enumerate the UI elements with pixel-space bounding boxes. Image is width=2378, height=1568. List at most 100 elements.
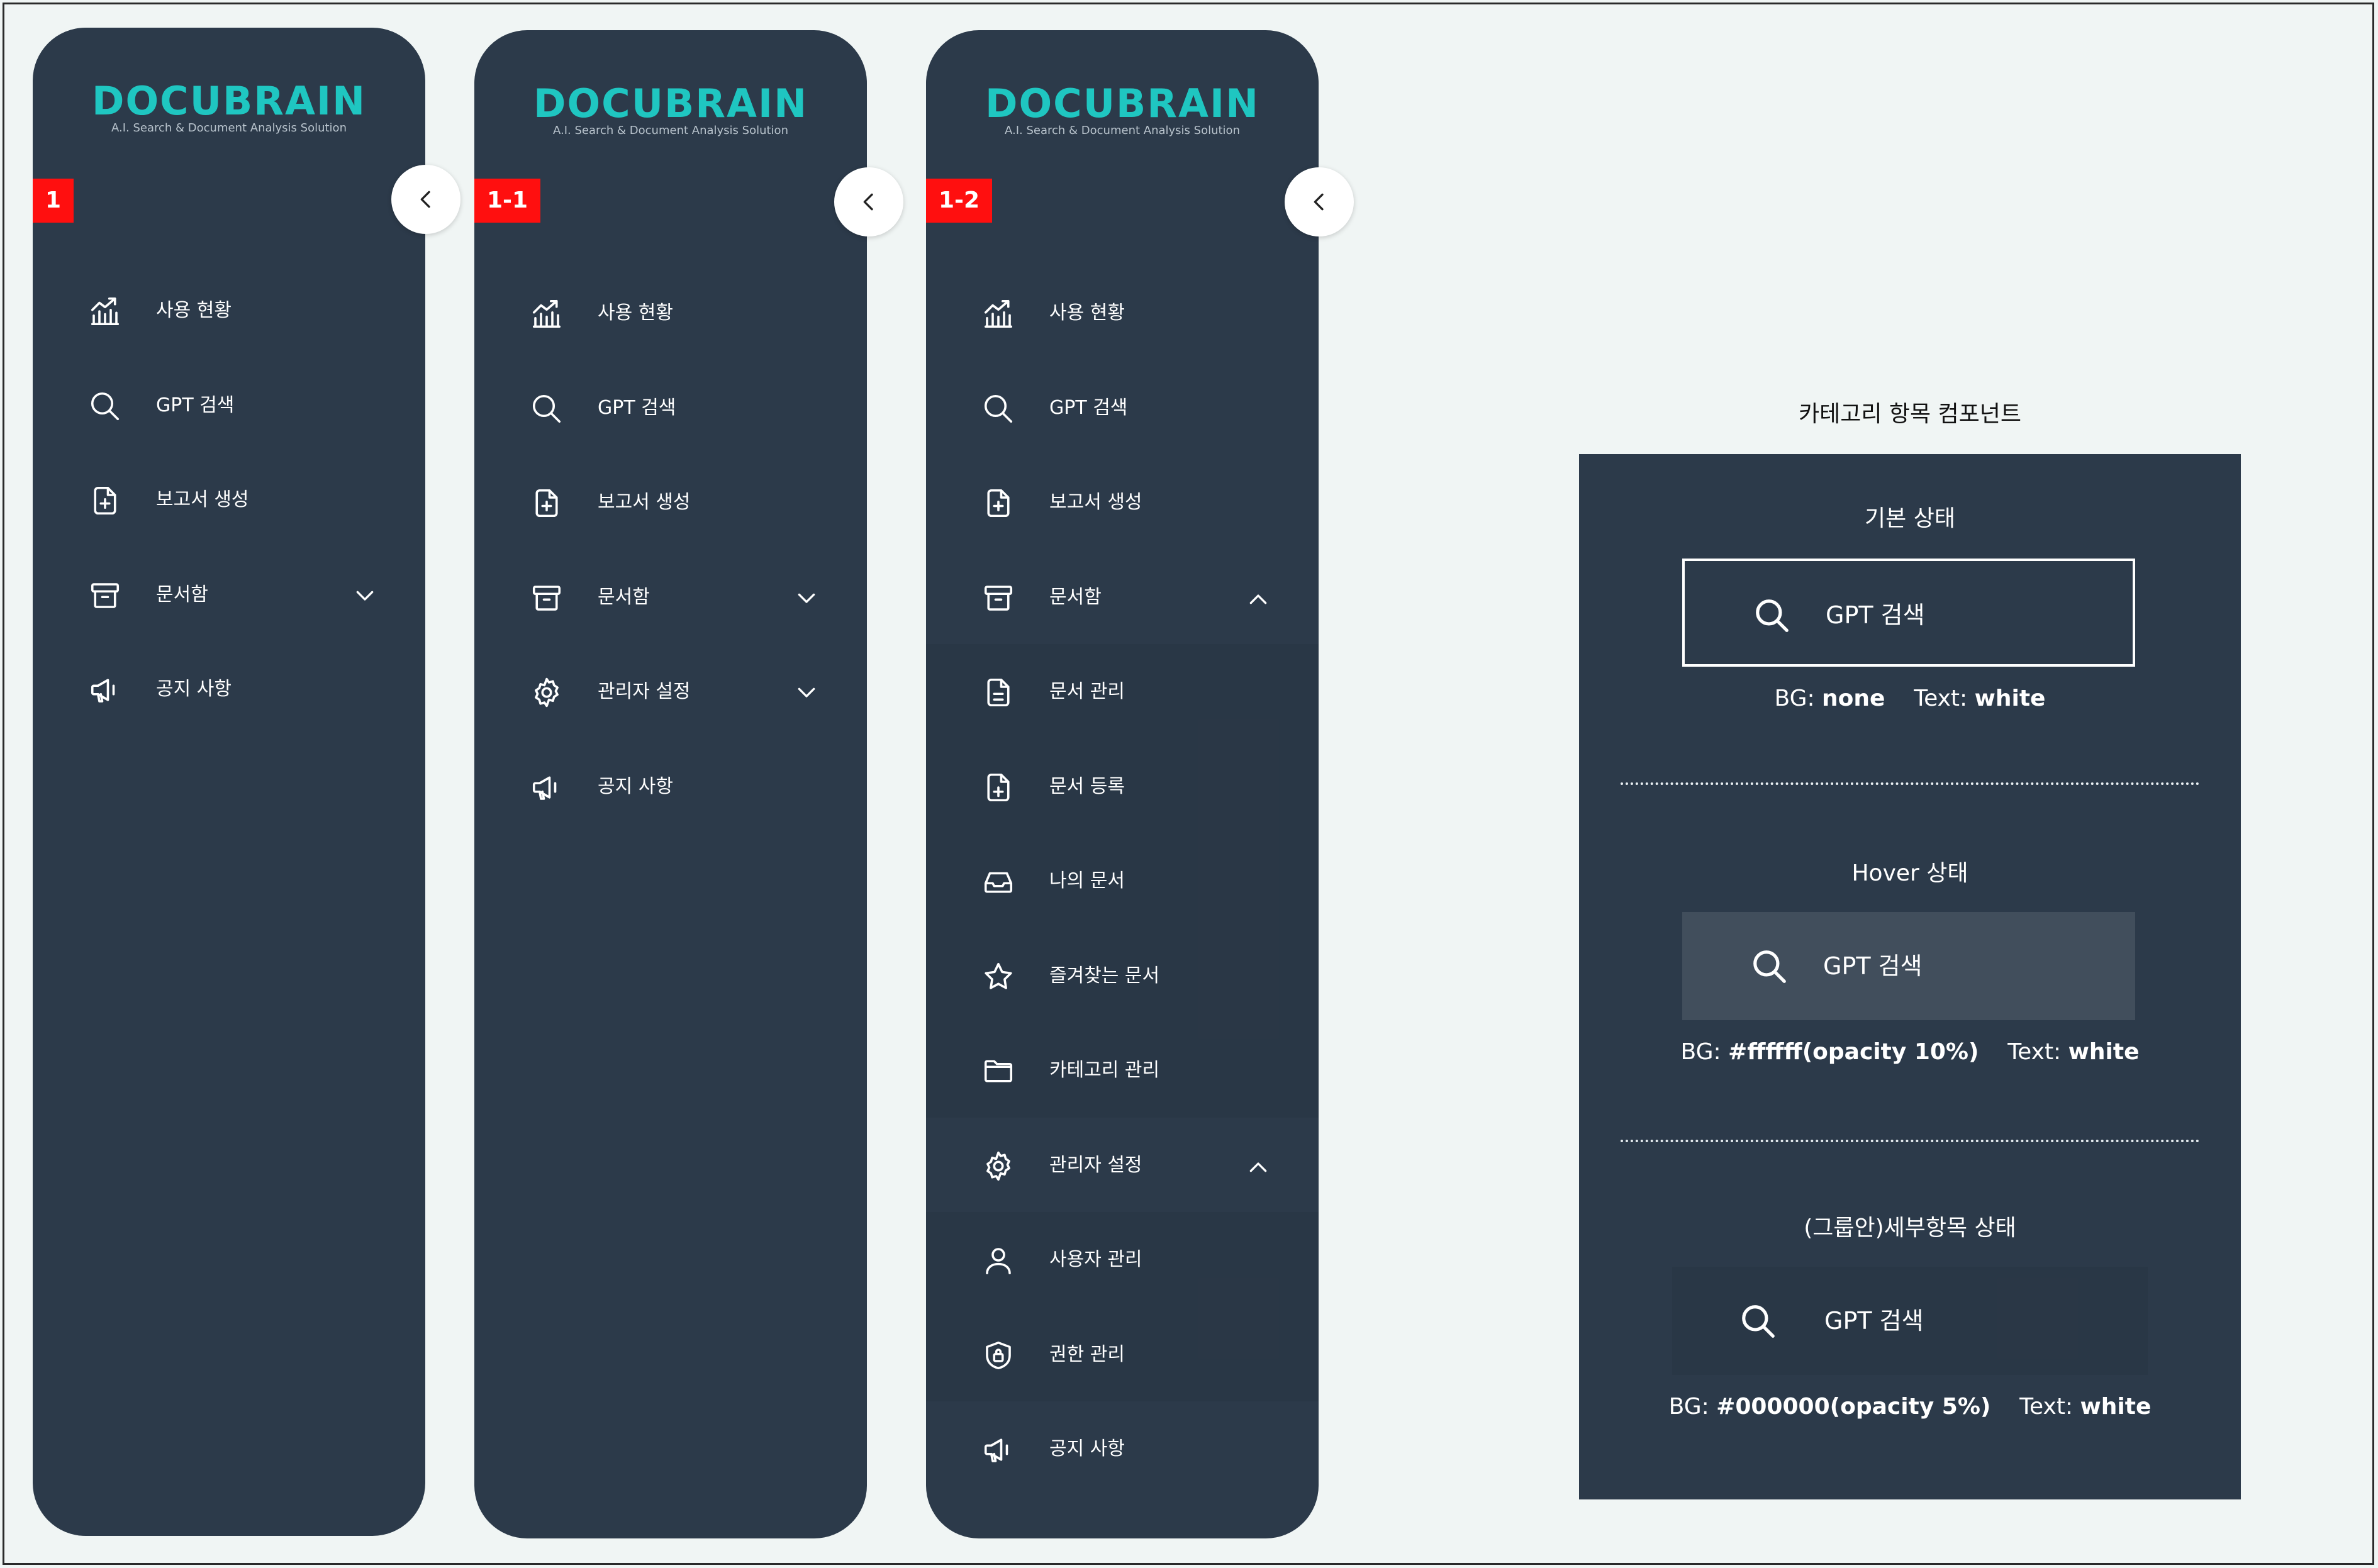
sidebar-item[interactable]: 공지 사항 <box>33 642 425 736</box>
chevron-down-icon[interactable] <box>794 681 819 706</box>
collapse-sidebar-button[interactable] <box>834 167 903 236</box>
gear-icon <box>981 1149 1015 1183</box>
brand-logo: DOCUBRAIN <box>985 81 1259 126</box>
sidebar-item-label: 사용 현황 <box>1049 302 1125 324</box>
sidebar-item[interactable]: 공지 사항 <box>474 739 867 833</box>
sidebar-item-label: 문서함 <box>598 586 650 608</box>
component-spec-box: 기본 상태 GPT 검색 BG: none Text: white Hover … <box>1579 454 2241 1499</box>
sidebar-item-label: 관리자 설정 <box>598 681 691 703</box>
sidebar-item[interactable]: 보고서 생성 <box>33 452 425 547</box>
sidebar-item-label: 문서함 <box>156 583 208 606</box>
file-plus-icon <box>981 770 1015 804</box>
sidebar-item-label: GPT 검색 <box>1049 396 1128 419</box>
sidebar-item-label: 문서 등록 <box>1049 775 1125 798</box>
sidebar-item[interactable]: 관리자 설정 <box>926 1118 1319 1212</box>
chevron-down-icon[interactable] <box>794 586 819 611</box>
divider <box>1621 782 2199 785</box>
chevron-up-icon[interactable] <box>1246 586 1271 611</box>
divider <box>1621 1140 2199 1142</box>
sidebar-item[interactable]: 문서함 <box>474 550 867 644</box>
submenu-item[interactable]: 나의 문서 <box>926 833 1319 928</box>
screen-badge: 1-2 <box>926 179 993 223</box>
sidebar-item[interactable]: 사용 현황 <box>474 265 867 360</box>
submenu-item[interactable]: 사용자 관리 <box>926 1212 1319 1306</box>
caption-default: BG: none Text: white <box>1774 686 2046 711</box>
collapse-sidebar-button[interactable] <box>1285 167 1354 236</box>
demo-item-label: GPT 검색 <box>1823 952 1923 980</box>
sidebar-item-label: 공지 사항 <box>156 678 232 700</box>
file-sparkle-icon <box>530 486 564 520</box>
state-title-hover: Hover 상태 <box>1851 860 1968 886</box>
search-icon <box>530 392 564 426</box>
file-sparkle-icon <box>981 486 1015 520</box>
demo-item-default[interactable]: GPT 검색 <box>1682 559 2135 667</box>
sidebar-item-label: 사용자 관리 <box>1049 1248 1142 1271</box>
brand-tagline: A.I. Search & Document Analysis Solution <box>553 124 788 137</box>
sidebar-item[interactable]: 공지 사항 <box>926 1401 1319 1496</box>
chevron-down-icon[interactable] <box>352 584 377 609</box>
sidebar-item-label: 공지 사항 <box>598 775 673 798</box>
sidebar-item-label: 권한 관리 <box>1049 1343 1125 1365</box>
sidebar-panel-2: DOCUBRAIN A.I. Search & Document Analysis… <box>474 30 867 1538</box>
search-icon <box>88 389 122 423</box>
inbox-icon <box>981 865 1015 899</box>
sidebar-item-label: 보고서 생성 <box>598 491 691 513</box>
sidebar-panel-3: DOCUBRAIN A.I. Search & Document Analysis… <box>926 30 1319 1538</box>
sidebar-item[interactable]: 문서함 <box>33 547 425 642</box>
chevron-left-icon <box>420 191 430 208</box>
sidebar-item[interactable]: 문서함 <box>926 550 1319 644</box>
sidebar-item-label: 즐겨찾는 문서 <box>1049 964 1160 987</box>
chart-icon <box>530 297 564 331</box>
demo-item-hover[interactable]: GPT 검색 <box>1682 912 2135 1020</box>
submenu-item[interactable]: 문서 관리 <box>926 644 1319 738</box>
sidebar-item[interactable]: 보고서 생성 <box>926 455 1319 549</box>
search-icon <box>1753 596 1792 635</box>
sidebar-item-label: 문서함 <box>1049 586 1102 608</box>
folder-icon <box>981 1054 1015 1088</box>
collapse-sidebar-button[interactable] <box>391 165 461 234</box>
archive-icon <box>981 581 1015 615</box>
spec-title: 카테고리 항목 컴포넌트 <box>1798 401 2022 427</box>
chart-icon <box>88 294 122 328</box>
sidebar-item[interactable]: 사용 현황 <box>33 263 425 357</box>
sidebar-item[interactable]: 관리자 설정 <box>474 644 867 738</box>
demo-item-subitem[interactable]: GPT 검색 <box>1672 1267 2148 1375</box>
brand-logo: DOCUBRAIN <box>92 78 366 124</box>
gear-icon <box>530 676 564 709</box>
megaphone-icon <box>530 770 564 804</box>
sidebar-item-label: 보고서 생성 <box>1049 491 1142 513</box>
screen-badge: 1-1 <box>474 179 541 223</box>
sidebar-item[interactable]: GPT 검색 <box>33 358 425 452</box>
sidebar-item-label: 공지 사항 <box>1049 1438 1125 1460</box>
sidebar-item-label: 사용 현황 <box>598 302 673 324</box>
sidebar-item-label: GPT 검색 <box>598 396 676 419</box>
sidebar-item-label: 문서 관리 <box>1049 681 1125 703</box>
caption-subitem: BG: #000000(opacity 5%) Text: white <box>1668 1394 2152 1420</box>
sidebar-item[interactable]: GPT 검색 <box>926 360 1319 455</box>
demo-item-label: GPT 검색 <box>1826 601 1925 629</box>
brand-tagline: A.I. Search & Document Analysis Solution <box>1005 124 1240 137</box>
sidebar-item-label: 사용 현황 <box>156 299 232 321</box>
user-icon <box>981 1243 1015 1277</box>
sidebar-item[interactable]: 사용 현황 <box>926 265 1319 360</box>
star-icon <box>981 960 1015 994</box>
sidebar-item-label: 카테고리 관리 <box>1049 1059 1160 1081</box>
brand-logo: DOCUBRAIN <box>533 81 808 126</box>
file-sparkle-icon <box>88 484 122 518</box>
sidebar-item-label: 관리자 설정 <box>1049 1154 1142 1176</box>
chevron-up-icon[interactable] <box>1246 1154 1271 1179</box>
demo-item-label: GPT 검색 <box>1824 1307 1924 1335</box>
submenu-item[interactable]: 권한 관리 <box>926 1307 1319 1401</box>
submenu-item[interactable]: 카테고리 관리 <box>926 1023 1319 1117</box>
chart-icon <box>981 297 1015 331</box>
megaphone-icon <box>88 673 122 707</box>
search-icon <box>981 392 1015 426</box>
sidebar-item[interactable]: 보고서 생성 <box>474 455 867 549</box>
submenu-item[interactable]: 즐겨찾는 문서 <box>926 928 1319 1023</box>
screen-badge: 1 <box>33 179 74 223</box>
sidebar-item[interactable]: GPT 검색 <box>474 360 867 455</box>
submenu-item[interactable]: 문서 등록 <box>926 739 1319 833</box>
chevron-left-icon <box>1314 193 1324 211</box>
brand-tagline: A.I. Search & Document Analysis Solution <box>111 121 347 135</box>
search-icon <box>1739 1302 1778 1341</box>
